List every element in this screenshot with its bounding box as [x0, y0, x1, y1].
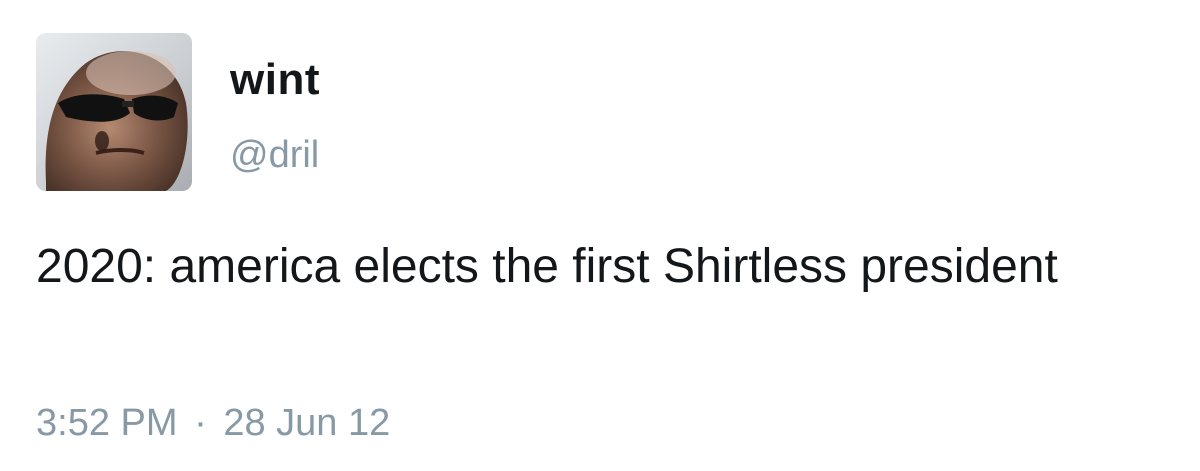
tweet-time: 3:52 PM [36, 402, 178, 444]
display-name[interactable]: wint [230, 58, 320, 102]
tweet-date: 28 Jun 12 [223, 402, 391, 444]
timestamp-separator: · [194, 402, 207, 444]
avatar[interactable] [36, 33, 192, 191]
tweet-timestamp[interactable]: 3:52 PM · 28 Jun 12 [36, 404, 390, 442]
tweet-card: wint @dril 2020: america elects the firs… [0, 0, 1200, 471]
username-handle[interactable]: @dril [230, 136, 319, 174]
tweet-text: 2020: america elects the first Shirtless… [36, 240, 1058, 293]
avatar-photo [36, 33, 192, 191]
